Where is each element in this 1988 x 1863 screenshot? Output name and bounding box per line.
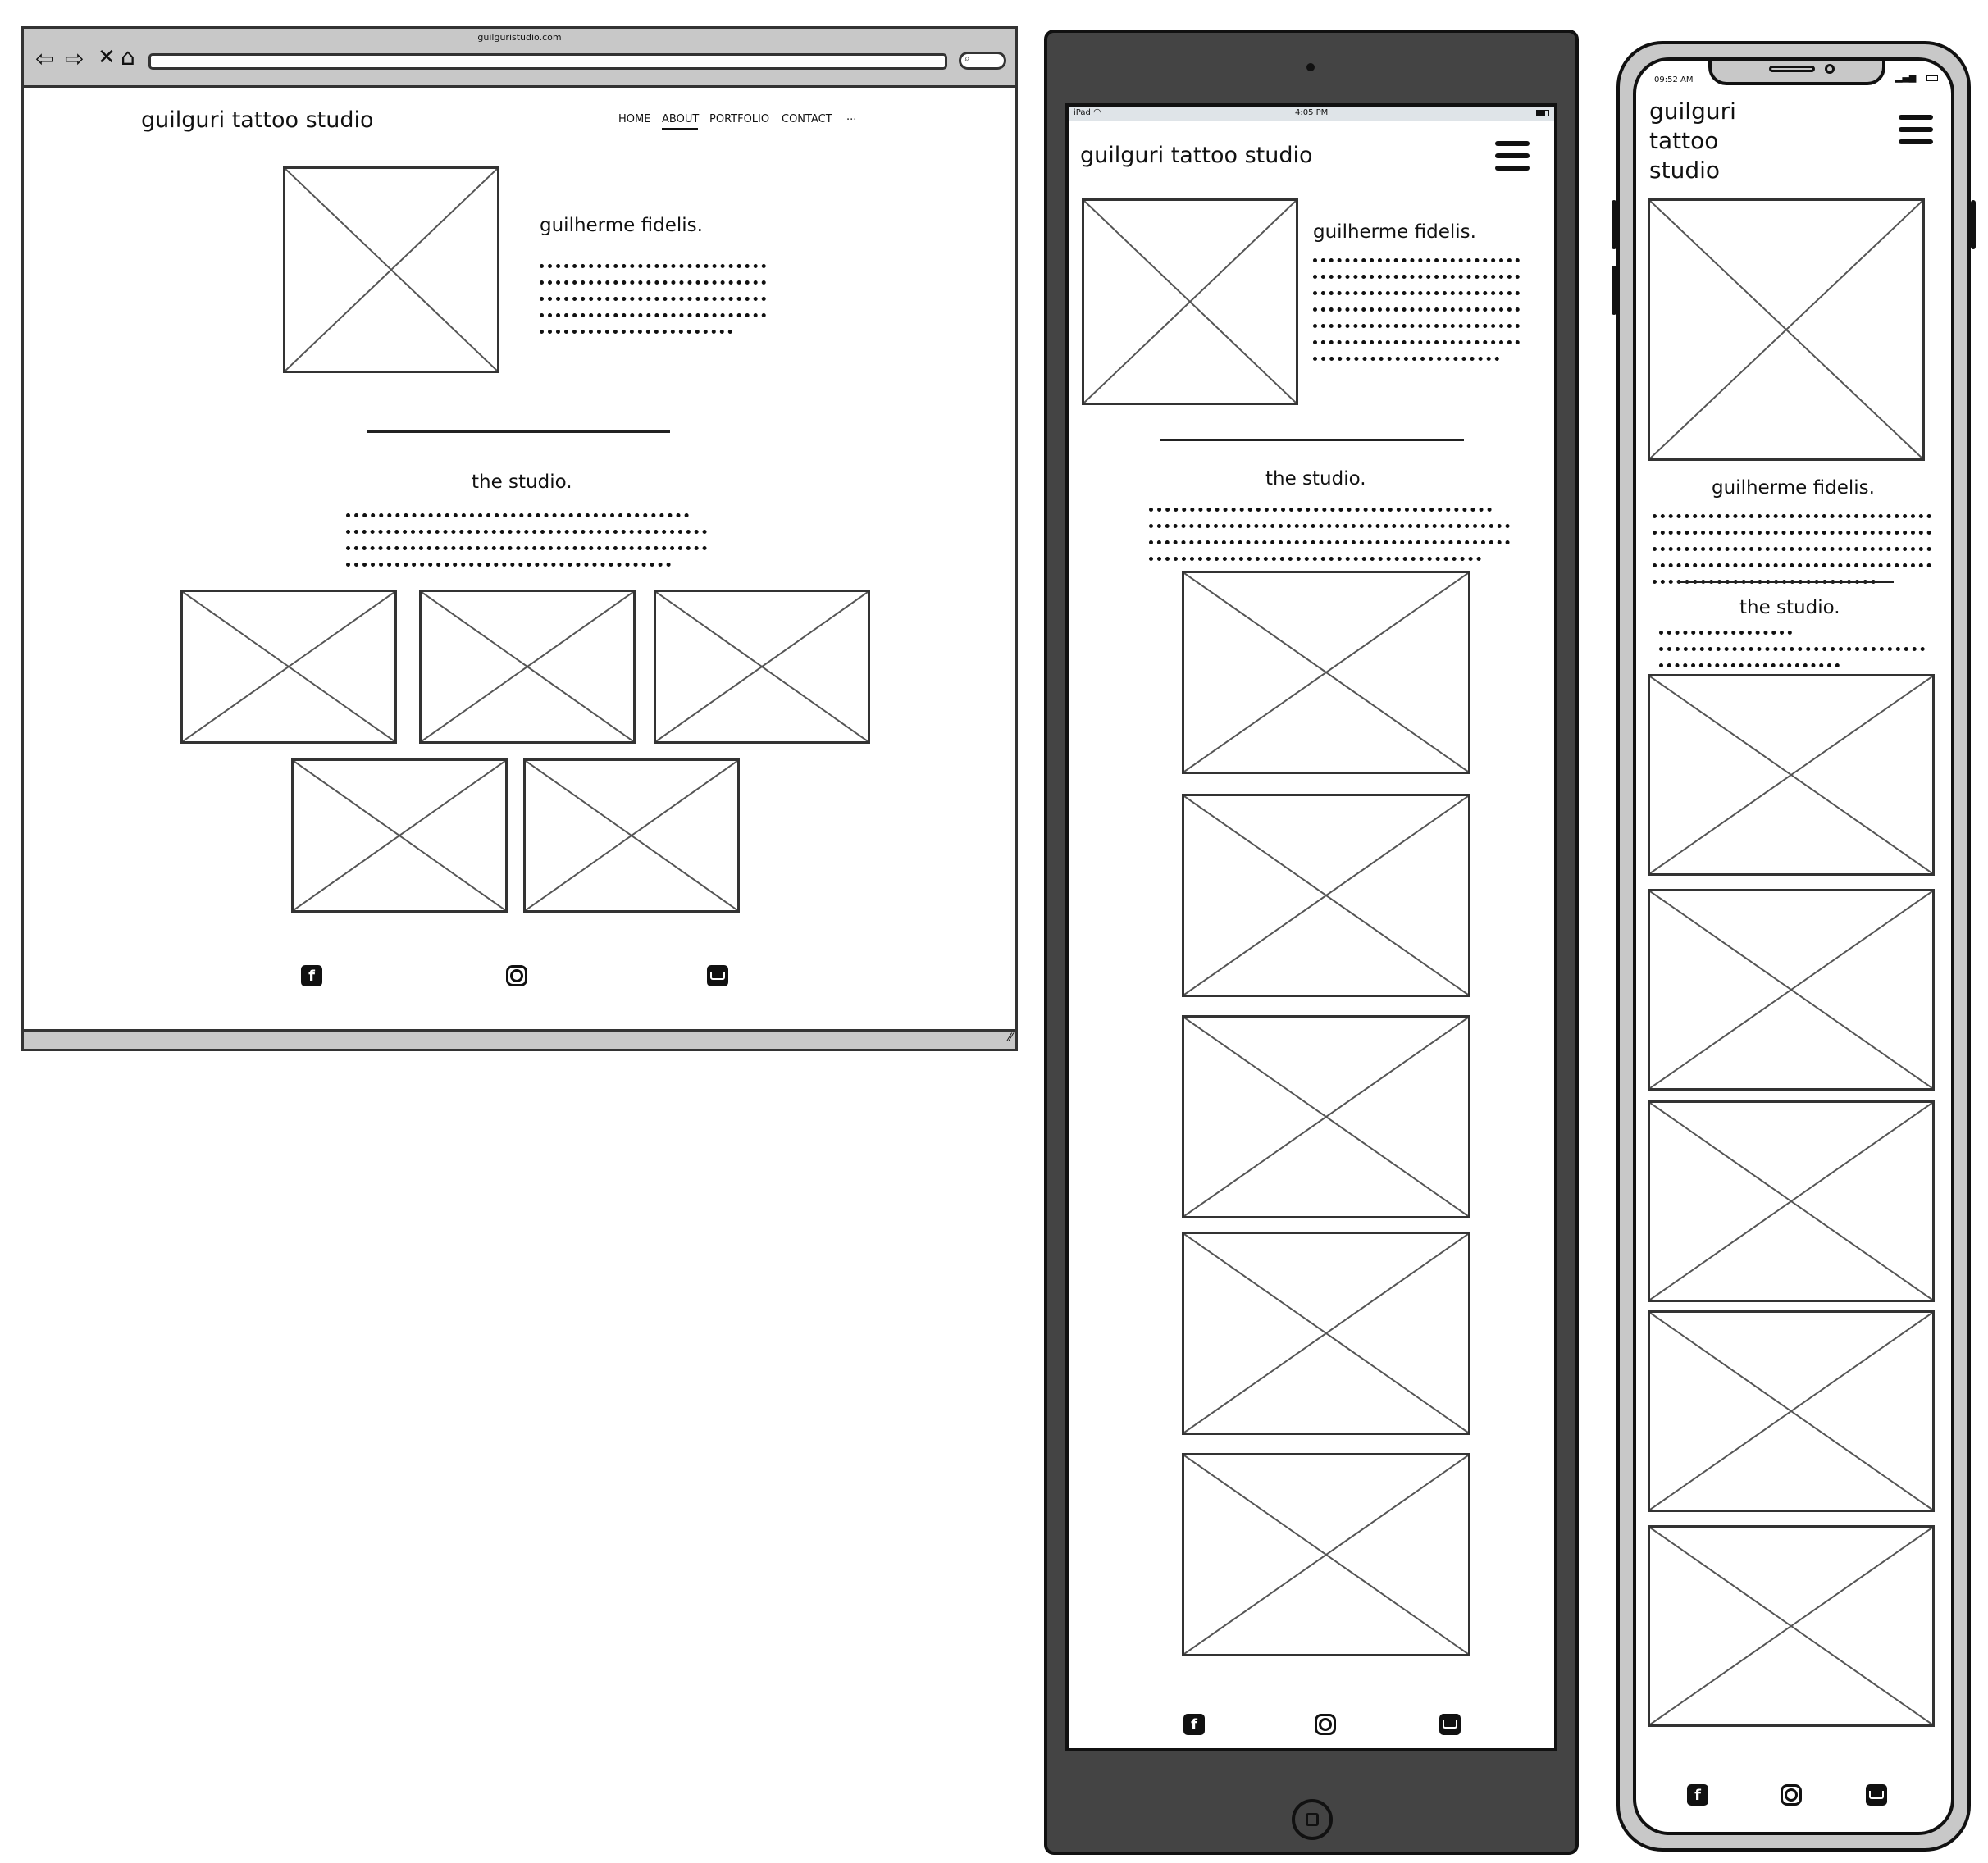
about-heading: guilherme fidelis.	[1313, 221, 1476, 243]
site-title-line: studio	[1649, 157, 1720, 184]
instagram-icon[interactable]	[1315, 1714, 1336, 1735]
phone-notch	[1708, 61, 1885, 85]
browser-url-caption: guilguristudio.com	[477, 32, 562, 43]
email-icon[interactable]	[1866, 1784, 1887, 1806]
gallery-image[interactable]	[1648, 1310, 1935, 1512]
studio-heading: the studio.	[1265, 468, 1366, 490]
site-title[interactable]: guilguri tattoo studio	[141, 107, 374, 133]
gallery-image[interactable]	[523, 758, 740, 913]
nav-more[interactable]: ...	[846, 111, 856, 123]
profile-image-placeholder	[1082, 198, 1298, 405]
nav-portfolio[interactable]: PORTFOLIO	[709, 113, 769, 125]
desktop-browser-frame: guilguristudio.com ⇦ ⇨ ✕ ⌂ ⌕ guilguri ta…	[21, 26, 1018, 1051]
about-text	[1653, 510, 1931, 592]
about-heading: guilherme fidelis.	[540, 215, 703, 236]
tablet-home-button[interactable]	[1292, 1799, 1333, 1840]
home-icon[interactable]: ⌂	[121, 43, 135, 71]
signal-icon: ▂▄▆	[1895, 72, 1917, 83]
gallery-image[interactable]	[1648, 674, 1935, 876]
studio-heading: the studio.	[1740, 597, 1840, 618]
forward-icon[interactable]: ⇨	[65, 45, 84, 72]
gallery-image[interactable]	[1648, 889, 1935, 1091]
gallery-image[interactable]	[654, 590, 870, 744]
battery-icon	[1926, 75, 1938, 81]
tablet-device-label: iPad	[1074, 108, 1091, 117]
nav-about[interactable]: ABOUT	[662, 113, 699, 125]
phone-time: 09:52 AM	[1654, 75, 1694, 84]
browser-status-bar: ⁄⁄	[24, 1029, 1015, 1049]
resize-grip-icon[interactable]: ⁄⁄	[1008, 1032, 1012, 1045]
gallery-image[interactable]	[1182, 794, 1470, 997]
search-field[interactable]: ⌕	[959, 52, 1006, 70]
site-title[interactable]: guilguri tattoo studio	[1080, 143, 1313, 168]
phone-power-button[interactable]	[1971, 200, 1976, 249]
back-icon[interactable]: ⇦	[35, 45, 54, 72]
about-text	[540, 260, 766, 342]
facebook-icon[interactable]: f	[301, 965, 322, 986]
tablet-camera	[1306, 63, 1315, 71]
phone-side-button[interactable]	[1612, 200, 1616, 249]
about-text	[1313, 254, 1520, 369]
browser-toolbar: guilguristudio.com ⇦ ⇨ ✕ ⌂ ⌕	[24, 29, 1015, 88]
tablet-time: 4:05 PM	[1295, 108, 1329, 117]
menu-icon[interactable]	[1899, 115, 1933, 144]
search-icon: ⌕	[964, 52, 970, 64]
site-title-line: guilguri	[1649, 98, 1736, 125]
site-title[interactable]: guilguri tattoo studio	[1649, 97, 1736, 185]
wifi-icon: ◠	[1093, 107, 1101, 117]
address-bar[interactable]	[148, 53, 947, 70]
studio-text	[1659, 626, 1925, 676]
studio-text	[346, 509, 707, 575]
profile-image-placeholder	[283, 166, 499, 373]
nav-about-underline	[662, 128, 698, 130]
phone-front-camera	[1825, 64, 1835, 74]
profile-image-placeholder	[1648, 198, 1925, 461]
studio-heading: the studio.	[472, 471, 572, 493]
tablet-screen: iPad ◠ 4:05 PM guilguri tattoo studio gu…	[1065, 103, 1557, 1751]
instagram-icon[interactable]	[1781, 1784, 1802, 1806]
home-button-square-icon	[1306, 1813, 1319, 1826]
section-divider	[1160, 439, 1464, 441]
gallery-image[interactable]	[1648, 1525, 1935, 1727]
gallery-image[interactable]	[419, 590, 636, 744]
nav-contact[interactable]: CONTACT	[782, 113, 832, 125]
instagram-icon[interactable]	[506, 965, 527, 986]
about-heading: guilherme fidelis.	[1712, 477, 1875, 499]
gallery-image[interactable]	[1182, 571, 1470, 774]
phone-speaker	[1769, 66, 1815, 72]
gallery-image[interactable]	[1182, 1453, 1470, 1656]
tablet-status-bar: iPad ◠ 4:05 PM	[1069, 107, 1554, 121]
gallery-image[interactable]	[1182, 1015, 1470, 1218]
stop-icon[interactable]: ✕	[98, 45, 116, 70]
email-icon[interactable]	[1439, 1714, 1461, 1735]
gallery-image[interactable]	[291, 758, 508, 913]
gallery-image[interactable]	[1182, 1232, 1470, 1435]
studio-text	[1149, 503, 1510, 569]
email-icon[interactable]	[707, 965, 728, 986]
nav-home[interactable]: HOME	[618, 113, 650, 125]
phone-frame: 09:52 AM ▂▄▆ guilguri tattoo studio guil…	[1612, 41, 1976, 1852]
battery-icon	[1536, 110, 1549, 116]
gallery-image[interactable]	[1648, 1100, 1935, 1302]
menu-icon[interactable]	[1495, 141, 1530, 171]
facebook-icon[interactable]: f	[1183, 1714, 1205, 1735]
gallery-image[interactable]	[180, 590, 397, 744]
phone-side-button[interactable]	[1612, 266, 1616, 315]
site-title-line: tattoo	[1649, 127, 1719, 154]
section-divider	[367, 430, 670, 433]
phone-screen: 09:52 AM ▂▄▆ guilguri tattoo studio guil…	[1633, 57, 1954, 1835]
section-divider	[1677, 581, 1894, 583]
facebook-icon[interactable]: f	[1687, 1784, 1708, 1806]
tablet-frame: iPad ◠ 4:05 PM guilguri tattoo studio gu…	[1044, 30, 1579, 1855]
